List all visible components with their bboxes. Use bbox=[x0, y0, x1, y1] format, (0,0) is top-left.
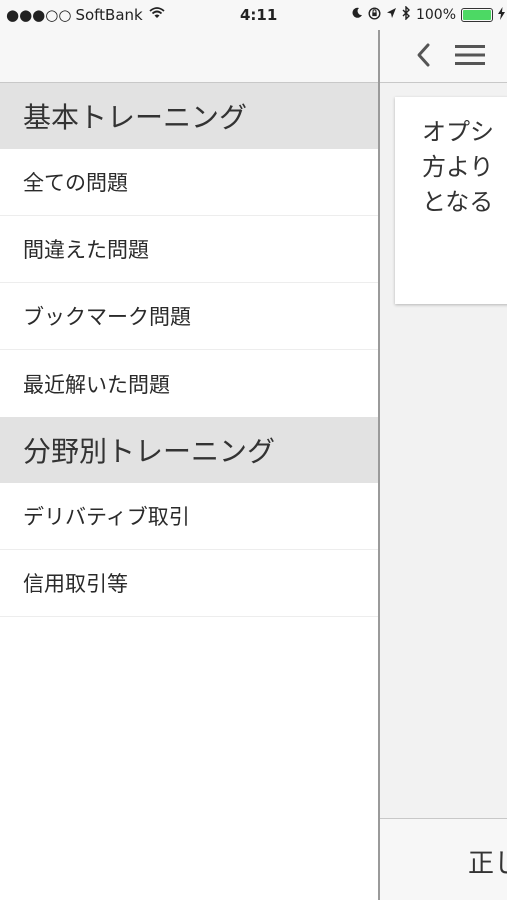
status-right: 100% bbox=[351, 5, 505, 24]
battery-level-fill bbox=[463, 10, 491, 20]
main-content: オプシ 方より となる 正し bbox=[380, 0, 507, 900]
battery-icon bbox=[461, 8, 493, 22]
question-card[interactable]: オプシ 方より となる bbox=[395, 97, 507, 304]
battery-percent: 100% bbox=[415, 7, 456, 23]
clock: 4:11 bbox=[240, 6, 278, 24]
menu-item-derivatives[interactable]: デリバティブ取引 bbox=[0, 483, 378, 550]
drawer-edge-divider bbox=[378, 0, 380, 900]
section-header-category-training: 分野別トレーニング bbox=[0, 417, 378, 483]
menu-item-all-questions[interactable]: 全ての問題 bbox=[0, 149, 378, 216]
app-screen: ●●●○○ SoftBank 4:11 100% オプシ 方より となる 正 基… bbox=[0, 0, 507, 900]
drawer-header bbox=[0, 30, 378, 83]
bluetooth-icon bbox=[402, 5, 411, 24]
carrier-name: SoftBank bbox=[75, 6, 143, 24]
menu-item-bookmarked-questions[interactable]: ブックマーク問題 bbox=[0, 283, 378, 350]
status-bar: ●●●○○ SoftBank 4:11 100% bbox=[0, 0, 507, 30]
orientation-lock-icon bbox=[368, 6, 381, 24]
side-drawer: 基本トレーニング 全ての問題 間違えた問題 ブックマーク問題 最近解いた問題 分… bbox=[0, 0, 378, 900]
menu-item-margin-trading[interactable]: 信用取引等 bbox=[0, 550, 378, 617]
section-header-basic-training: 基本トレーニング bbox=[0, 83, 378, 149]
chevron-left-icon[interactable] bbox=[412, 42, 436, 68]
wifi-icon bbox=[149, 7, 165, 23]
question-preview-text: オプシ 方より となる bbox=[422, 118, 494, 216]
hamburger-menu-icon[interactable] bbox=[455, 44, 485, 66]
menu-item-recent-questions[interactable]: 最近解いた問題 bbox=[0, 350, 378, 417]
menu-item-wrong-questions[interactable]: 間違えた問題 bbox=[0, 216, 378, 283]
status-left: ●●●○○ SoftBank bbox=[6, 6, 165, 24]
moon-icon bbox=[351, 7, 363, 23]
drawer-menu-list: 基本トレーニング 全ての問題 間違えた問題 ブックマーク問題 最近解いた問題 分… bbox=[0, 83, 378, 617]
correct-answer-button[interactable]: 正し bbox=[468, 843, 507, 880]
answer-footer: 正し bbox=[380, 818, 507, 900]
charging-bolt-icon bbox=[498, 6, 505, 24]
location-arrow-icon bbox=[386, 7, 397, 23]
signal-strength-indicator: ●●●○○ bbox=[6, 6, 72, 24]
navigation-bar bbox=[380, 30, 507, 83]
